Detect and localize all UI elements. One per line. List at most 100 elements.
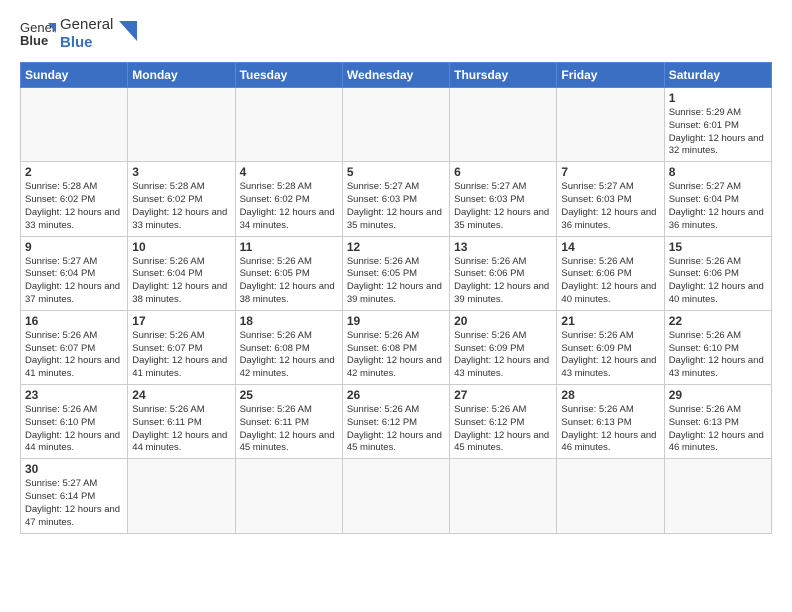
calendar-day: 14Sunrise: 5:26 AM Sunset: 6:06 PM Dayli… (557, 236, 664, 310)
calendar-day: 8 Sunrise: 5:27 AM Sunset: 6:04 PM Daylig… (664, 162, 771, 236)
page: General Blue General Blue SundayMondayTu… (0, 0, 792, 554)
calendar-week-row: 9 Sunrise: 5:27 AM Sunset: 6:04 PM Daylig… (21, 236, 772, 310)
calendar-day: 1Sunrise: 5:29 AM Sunset: 6:01 PM Daylig… (664, 88, 771, 162)
calendar-day: 27 Sunrise: 5:26 AM Sunset: 6:12 PM Dayli… (450, 385, 557, 459)
calendar-week-row: 30 Sunrise: 5:27 AM Sunset: 6:14 PM Dayli… (21, 459, 772, 533)
day-number: 15 (669, 240, 767, 254)
calendar-day: 16 Sunrise: 5:26 AM Sunset: 6:07 PM Dayli… (21, 310, 128, 384)
day-info: Sunrise: 5:26 AM Sunset: 6:05 PM Dayligh… (347, 256, 445, 307)
calendar-day (664, 459, 771, 533)
day-info: Sunrise: 5:27 AM Sunset: 6:04 PM Dayligh… (25, 256, 123, 307)
day-info: Sunrise: 5:27 AM Sunset: 6:03 PM Dayligh… (454, 181, 552, 232)
day-info: Sunrise: 5:26 AM Sunset: 6:11 PM Dayligh… (240, 404, 338, 455)
calendar-day: 19 Sunrise: 5:26 AM Sunset: 6:08 PM Dayli… (342, 310, 449, 384)
calendar-week-row: 2Sunrise: 5:28 AM Sunset: 6:02 PM Daylig… (21, 162, 772, 236)
logo-blue: Blue (60, 34, 113, 52)
weekday-header-tuesday: Tuesday (235, 63, 342, 88)
day-number: 21 (561, 314, 659, 328)
calendar-day: 5Sunrise: 5:27 AM Sunset: 6:03 PM Daylig… (342, 162, 449, 236)
calendar-day: 3 Sunrise: 5:28 AM Sunset: 6:02 PM Daylig… (128, 162, 235, 236)
day-info: Sunrise: 5:26 AM Sunset: 6:12 PM Dayligh… (347, 404, 445, 455)
calendar-table: SundayMondayTuesdayWednesdayThursdayFrid… (20, 62, 772, 534)
day-info: Sunrise: 5:26 AM Sunset: 6:04 PM Dayligh… (132, 256, 230, 307)
day-info: Sunrise: 5:26 AM Sunset: 6:07 PM Dayligh… (132, 330, 230, 381)
day-number: 3 (132, 165, 230, 179)
calendar-day (557, 459, 664, 533)
calendar-week-row: 1Sunrise: 5:29 AM Sunset: 6:01 PM Daylig… (21, 88, 772, 162)
weekday-header-monday: Monday (128, 63, 235, 88)
calendar-day: 9 Sunrise: 5:27 AM Sunset: 6:04 PM Daylig… (21, 236, 128, 310)
calendar-day: 24Sunrise: 5:26 AM Sunset: 6:11 PM Dayli… (128, 385, 235, 459)
day-number: 29 (669, 388, 767, 402)
logo-icon: General Blue (20, 19, 56, 49)
svg-text:Blue: Blue (20, 33, 48, 48)
day-info: Sunrise: 5:26 AM Sunset: 6:11 PM Dayligh… (132, 404, 230, 455)
day-number: 30 (25, 462, 123, 476)
day-number: 8 (669, 165, 767, 179)
calendar-day (450, 88, 557, 162)
day-info: Sunrise: 5:26 AM Sunset: 6:06 PM Dayligh… (454, 256, 552, 307)
day-info: Sunrise: 5:26 AM Sunset: 6:07 PM Dayligh… (25, 330, 123, 381)
calendar-day (235, 88, 342, 162)
day-number: 22 (669, 314, 767, 328)
day-number: 19 (347, 314, 445, 328)
calendar-day: 29 Sunrise: 5:26 AM Sunset: 6:13 PM Dayli… (664, 385, 771, 459)
calendar-day: 20 Sunrise: 5:26 AM Sunset: 6:09 PM Dayli… (450, 310, 557, 384)
day-number: 26 (347, 388, 445, 402)
calendar-day: 12 Sunrise: 5:26 AM Sunset: 6:05 PM Dayli… (342, 236, 449, 310)
day-number: 27 (454, 388, 552, 402)
day-number: 9 (25, 240, 123, 254)
day-number: 16 (25, 314, 123, 328)
calendar-day: 4 Sunrise: 5:28 AM Sunset: 6:02 PM Daylig… (235, 162, 342, 236)
day-number: 12 (347, 240, 445, 254)
day-info: Sunrise: 5:26 AM Sunset: 6:13 PM Dayligh… (561, 404, 659, 455)
day-number: 18 (240, 314, 338, 328)
calendar-day: 28Sunrise: 5:26 AM Sunset: 6:13 PM Dayli… (557, 385, 664, 459)
day-info: Sunrise: 5:28 AM Sunset: 6:02 PM Dayligh… (240, 181, 338, 232)
day-info: Sunrise: 5:26 AM Sunset: 6:10 PM Dayligh… (669, 330, 767, 381)
calendar-day (450, 459, 557, 533)
day-info: Sunrise: 5:28 AM Sunset: 6:02 PM Dayligh… (132, 181, 230, 232)
day-number: 4 (240, 165, 338, 179)
header: General Blue General Blue (20, 16, 772, 52)
day-number: 7 (561, 165, 659, 179)
calendar-day: 17 Sunrise: 5:26 AM Sunset: 6:07 PM Dayli… (128, 310, 235, 384)
day-number: 20 (454, 314, 552, 328)
calendar-week-row: 23Sunrise: 5:26 AM Sunset: 6:10 PM Dayli… (21, 385, 772, 459)
calendar-day: 22 Sunrise: 5:26 AM Sunset: 6:10 PM Dayli… (664, 310, 771, 384)
calendar-day: 7 Sunrise: 5:27 AM Sunset: 6:03 PM Daylig… (557, 162, 664, 236)
day-info: Sunrise: 5:26 AM Sunset: 6:08 PM Dayligh… (240, 330, 338, 381)
calendar-day: 11Sunrise: 5:26 AM Sunset: 6:05 PM Dayli… (235, 236, 342, 310)
day-info: Sunrise: 5:26 AM Sunset: 6:06 PM Dayligh… (669, 256, 767, 307)
calendar-day (235, 459, 342, 533)
logo-general: General (60, 16, 113, 34)
day-number: 17 (132, 314, 230, 328)
calendar-day (342, 459, 449, 533)
logo: General Blue General Blue (20, 16, 137, 52)
logo-triangle-icon (119, 21, 137, 43)
calendar-day: 23Sunrise: 5:26 AM Sunset: 6:10 PM Dayli… (21, 385, 128, 459)
calendar-day: 25 Sunrise: 5:26 AM Sunset: 6:11 PM Dayli… (235, 385, 342, 459)
day-info: Sunrise: 5:26 AM Sunset: 6:12 PM Dayligh… (454, 404, 552, 455)
day-number: 11 (240, 240, 338, 254)
day-info: Sunrise: 5:26 AM Sunset: 6:06 PM Dayligh… (561, 256, 659, 307)
day-number: 13 (454, 240, 552, 254)
calendar-day (342, 88, 449, 162)
calendar-day (128, 88, 235, 162)
day-info: Sunrise: 5:27 AM Sunset: 6:03 PM Dayligh… (561, 181, 659, 232)
calendar-day: 15 Sunrise: 5:26 AM Sunset: 6:06 PM Dayli… (664, 236, 771, 310)
day-info: Sunrise: 5:27 AM Sunset: 6:14 PM Dayligh… (25, 478, 123, 529)
day-info: Sunrise: 5:28 AM Sunset: 6:02 PM Dayligh… (25, 181, 123, 232)
day-info: Sunrise: 5:26 AM Sunset: 6:13 PM Dayligh… (669, 404, 767, 455)
day-info: Sunrise: 5:26 AM Sunset: 6:09 PM Dayligh… (454, 330, 552, 381)
day-info: Sunrise: 5:27 AM Sunset: 6:04 PM Dayligh… (669, 181, 767, 232)
day-number: 25 (240, 388, 338, 402)
day-info: Sunrise: 5:26 AM Sunset: 6:08 PM Dayligh… (347, 330, 445, 381)
day-info: Sunrise: 5:27 AM Sunset: 6:03 PM Dayligh… (347, 181, 445, 232)
calendar-day: 26 Sunrise: 5:26 AM Sunset: 6:12 PM Dayli… (342, 385, 449, 459)
calendar-day: 6Sunrise: 5:27 AM Sunset: 6:03 PM Daylig… (450, 162, 557, 236)
weekday-header-row: SundayMondayTuesdayWednesdayThursdayFrid… (21, 63, 772, 88)
weekday-header-saturday: Saturday (664, 63, 771, 88)
weekday-header-sunday: Sunday (21, 63, 128, 88)
day-info: Sunrise: 5:26 AM Sunset: 6:09 PM Dayligh… (561, 330, 659, 381)
